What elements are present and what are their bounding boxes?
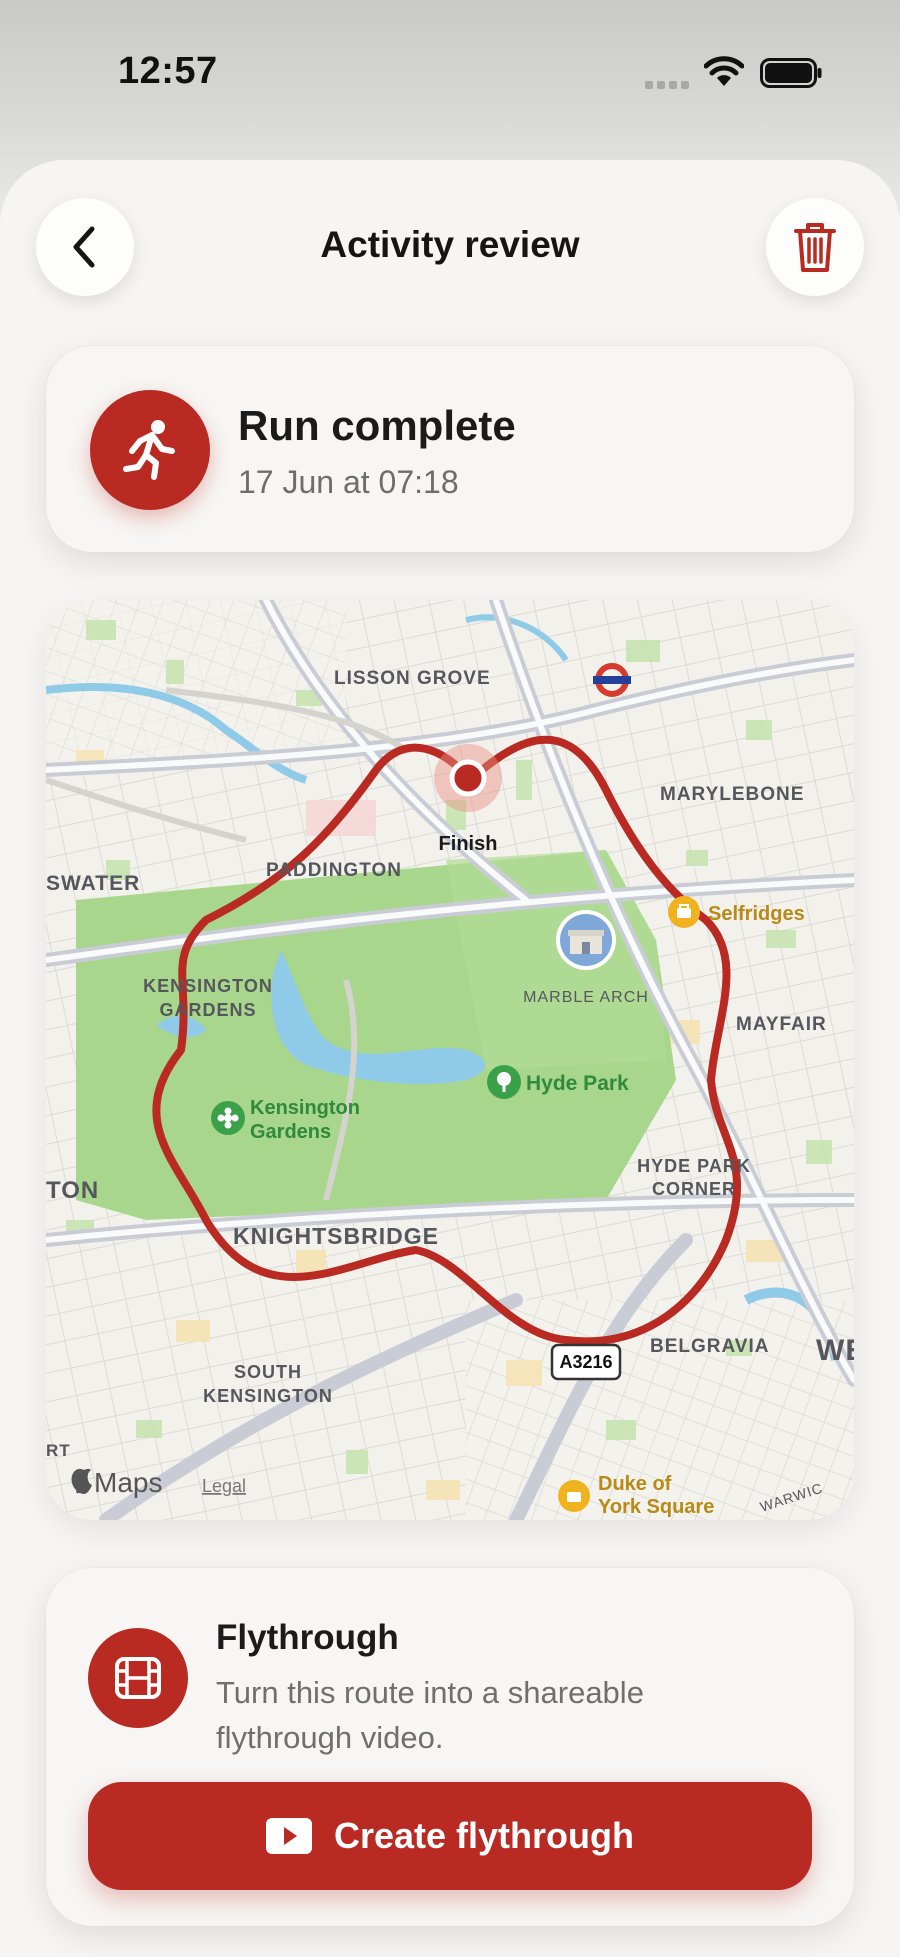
- create-flythrough-label: Create flythrough: [333, 1815, 635, 1856]
- map-label-kensington-gardens-1: KENSINGTON: [143, 976, 273, 996]
- map-label-south-kensington-1: SOUTH: [234, 1362, 302, 1382]
- marble-arch-landmark-icon[interactable]: [556, 910, 616, 970]
- status-time: 12:57: [118, 50, 218, 92]
- run-datetime: 17 Jun at 07:18: [238, 464, 459, 500]
- map-label-kensington-gardens-poi-1: Kensington: [250, 1097, 360, 1119]
- delete-button[interactable]: [766, 198, 864, 296]
- page-title: Activity review: [320, 224, 580, 265]
- map-label-rt: RT: [46, 1441, 71, 1460]
- finish-marker[interactable]: [449, 759, 487, 797]
- map-label-knightsbridge: KNIGHTSBRIDGE: [233, 1223, 439, 1249]
- run-title: Run complete: [238, 402, 516, 449]
- flythrough-title: Flythrough: [216, 1618, 399, 1657]
- route-map[interactable]: Finish A3216 LISSON GROVE MARYLEBONE PAD…: [46, 600, 854, 1520]
- map-label-mayfair: MAYFAIR: [736, 1014, 827, 1035]
- map-label-paddington: PADDINGTON: [266, 860, 402, 881]
- map-label-we: WE: [816, 1334, 854, 1367]
- flower-icon[interactable]: [211, 1101, 245, 1135]
- map-label-hyde-park: Hyde Park: [526, 1072, 629, 1095]
- map-label-hyde-park-corner-1: HYDE PARK: [637, 1156, 751, 1176]
- map-label-south-kensington-2: KENSINGTON: [203, 1386, 333, 1406]
- svg-text:A3216: A3216: [559, 1352, 612, 1372]
- battery-icon: [760, 58, 822, 88]
- film-icon: [115, 1657, 161, 1699]
- map-label-hyde-park-corner-2: CORNER: [652, 1179, 736, 1199]
- map-label-marylebone: MARYLEBONE: [660, 784, 804, 805]
- run-badge: [90, 390, 210, 510]
- cellular-signal-icon: [645, 81, 689, 89]
- flythrough-badge: [88, 1628, 188, 1728]
- map-label-belgravia: BELGRAVIA: [650, 1336, 769, 1357]
- shopping-bag-icon[interactable]: [558, 1480, 590, 1512]
- map-label-marble-arch: MARBLE ARCH: [523, 989, 649, 1006]
- road-sign: A3216: [550, 1343, 622, 1381]
- wifi-icon: [704, 56, 744, 86]
- tree-icon[interactable]: [487, 1065, 521, 1099]
- map-label-kensington-gardens-poi-2: Gardens: [250, 1121, 331, 1143]
- map-label-duke-of-york-1: Duke of: [598, 1473, 672, 1495]
- map-label-ton: TON: [46, 1177, 99, 1204]
- map-label-kensington-gardens-2: GARDENS: [159, 1000, 256, 1020]
- shopping-bag-icon[interactable]: [668, 896, 700, 928]
- status-bar: 12:57: [0, 0, 900, 150]
- legal-link[interactable]: Legal: [202, 1476, 246, 1496]
- finish-label: Finish: [439, 833, 498, 855]
- flythrough-card: Flythrough Turn this route into a sharea…: [46, 1568, 854, 1926]
- svg-text:Maps: Maps: [94, 1467, 162, 1498]
- running-person-icon: [123, 420, 175, 480]
- maps-attribution: Maps: [71, 1467, 162, 1498]
- map-label-selfridges: Selfridges: [708, 903, 805, 925]
- map-label-bayswater: SWATER: [46, 872, 140, 895]
- create-flythrough-button[interactable]: Create flythrough: [88, 1782, 812, 1890]
- map-canvas: Finish A3216 LISSON GROVE MARYLEBONE PAD…: [46, 600, 854, 1520]
- play-icon: [265, 1818, 312, 1854]
- activity-review-sheet: Activity review Run complete 17 Jun at 0…: [0, 160, 900, 1957]
- trash-icon: [794, 223, 836, 272]
- run-summary-card: Run complete 17 Jun at 07:18: [46, 346, 854, 552]
- map-label-lisson-grove: LISSON GROVE: [334, 668, 491, 689]
- flythrough-description: Turn this route into a shareable flythro…: [216, 1675, 644, 1755]
- map-label-duke-of-york-2: York Square: [598, 1496, 714, 1518]
